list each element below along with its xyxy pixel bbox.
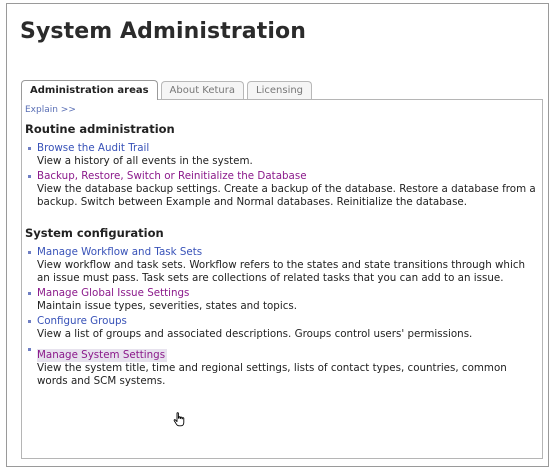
list-item: Backup, Restore, Switch or Reinitialize … — [25, 170, 538, 209]
list-item: Browse the Audit Trail View a history of… — [25, 142, 538, 168]
manage-system-settings-link[interactable]: Manage System Settings — [37, 349, 168, 362]
routine-admin-list: Browse the Audit Trail View a history of… — [25, 142, 538, 209]
tab-administration-areas[interactable]: Administration areas — [21, 80, 158, 100]
global-issue-settings-link[interactable]: Manage Global Issue Settings — [37, 287, 538, 300]
system-config-list: Manage Workflow and Task Sets View workf… — [25, 246, 538, 388]
explain-link[interactable]: Explain >> — [25, 104, 538, 116]
list-item: Configure Groups View a list of groups a… — [25, 315, 538, 341]
bullet-icon — [28, 348, 31, 351]
section-title-system-config: System configuration — [25, 226, 164, 240]
item-description: Maintain issue types, severities, states… — [37, 300, 297, 312]
backup-database-link[interactable]: Backup, Restore, Switch or Reinitialize … — [37, 170, 538, 183]
item-description: View a history of all events in the syst… — [37, 155, 253, 167]
bullet-icon — [28, 320, 31, 323]
section-title-routine: Routine administration — [25, 122, 175, 136]
list-item: Manage System Settings View the system t… — [25, 343, 538, 388]
configure-groups-link[interactable]: Configure Groups — [37, 315, 538, 328]
page-title: System Administration — [20, 19, 306, 44]
bullet-icon — [28, 251, 31, 254]
item-description: View the database backup settings. Creat… — [37, 183, 536, 208]
item-description: View a list of groups and associated des… — [37, 328, 473, 340]
item-description: View workflow and task sets. Workflow re… — [37, 259, 526, 284]
list-item: Manage Workflow and Task Sets View workf… — [25, 246, 538, 285]
manage-workflow-link[interactable]: Manage Workflow and Task Sets — [37, 246, 538, 259]
tab-bar: Administration areas About Ketura Licens… — [21, 79, 315, 100]
tab-about-ketura[interactable]: About Ketura — [160, 81, 245, 99]
bullet-icon — [28, 175, 31, 178]
admin-window: System Administration Administration are… — [6, 3, 549, 467]
bullet-icon — [28, 147, 31, 150]
audit-trail-link[interactable]: Browse the Audit Trail — [37, 142, 538, 155]
tab-panel: Explain >> Routine administration Browse… — [21, 99, 543, 459]
item-description: View the system title, time and regional… — [37, 362, 507, 387]
list-item: Manage Global Issue Settings Maintain is… — [25, 287, 538, 313]
tab-licensing[interactable]: Licensing — [247, 81, 313, 99]
bullet-icon — [28, 292, 31, 295]
